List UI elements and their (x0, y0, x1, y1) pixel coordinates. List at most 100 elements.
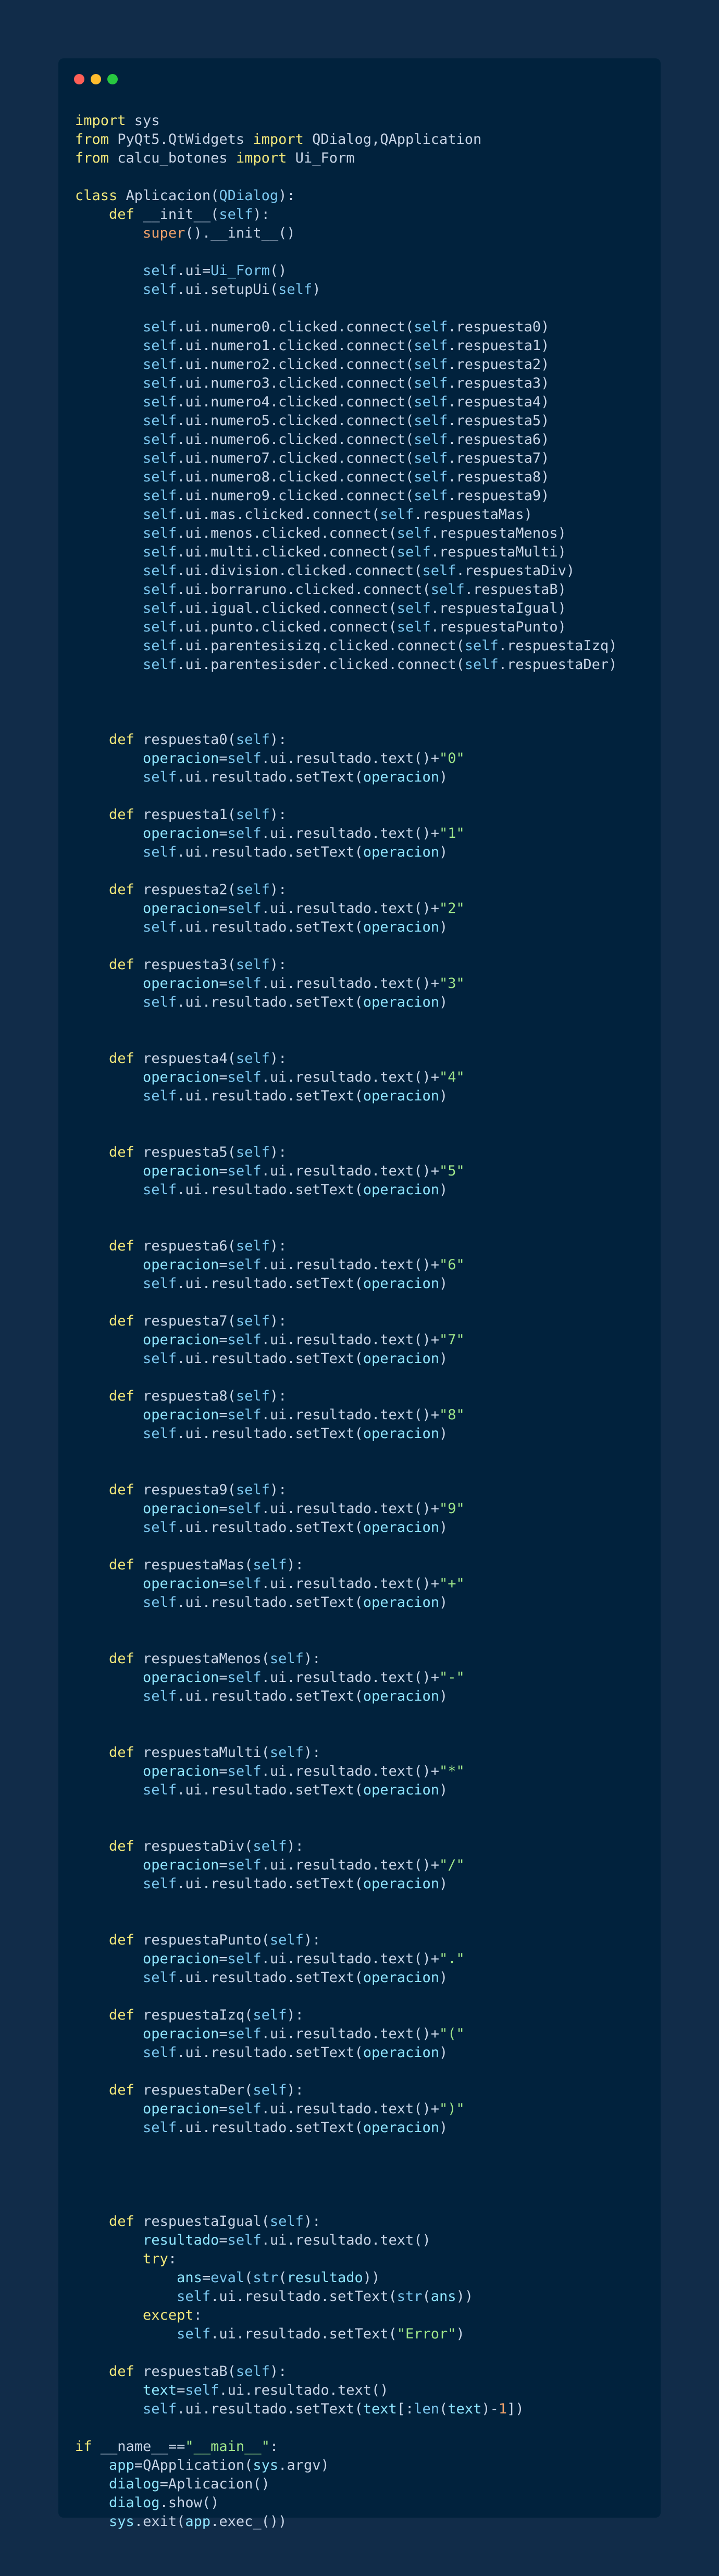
code-token: operacion (143, 750, 219, 766)
code-token: QDialog (219, 188, 279, 204)
code-token: .respuestaB) (464, 581, 566, 598)
code-token: ) (439, 1688, 448, 1704)
code-token: operacion (363, 994, 440, 1010)
code-token: operacion (143, 900, 219, 917)
code-token: self (269, 1932, 304, 1948)
code-token: ): (303, 1651, 321, 1667)
code-token: def (109, 2363, 134, 2380)
code-token: .respuesta2) (448, 356, 550, 373)
code-token: self (143, 1782, 177, 1798)
code-token: self (143, 525, 177, 541)
code-token: .ui.resultado.text()+ (261, 750, 440, 766)
code-token: .ui.resultado.text()+ (261, 2101, 440, 2117)
code-line: def respuesta1(self): (75, 806, 617, 824)
code-line: def respuesta3(self): (75, 956, 617, 974)
code-token: def (109, 1557, 134, 1573)
code-token: self (143, 769, 177, 785)
code-token: operacion (143, 1669, 219, 1686)
code-token: .ui.resultado.text()+ (261, 1763, 440, 1779)
code-token: operacion (363, 769, 440, 785)
code-token: operacion (143, 1857, 219, 1873)
code-token: ): (269, 732, 287, 748)
code-token: .ui.resultado.text()+ (261, 1257, 440, 1273)
code-token: ): (303, 1932, 321, 1948)
code-token: .respuesta3) (448, 375, 550, 391)
code-line: class Aplicacion(QDialog): (75, 187, 617, 205)
code-line: dialog.show() (75, 2494, 617, 2512)
code-line: self.ui.resultado.setText(operacion) (75, 1781, 617, 1800)
code-token: self (143, 1594, 177, 1611)
code-token: respuestaIgual( (134, 2213, 270, 2230)
code-line: self.ui.numero2.clicked.connect(self.res… (75, 355, 617, 374)
code-token: QDialog,QApplication (303, 131, 482, 147)
code-token: =Aplicacion() (159, 2476, 270, 2492)
code-token: def (109, 1388, 134, 1404)
code-token: = (219, 825, 228, 841)
code-token: self (380, 506, 414, 523)
code-token: .ui.numero6.clicked.connect( (177, 431, 414, 448)
code-token: self (235, 957, 270, 973)
code-line: self.ui.numero4.clicked.connect(self.res… (75, 393, 617, 412)
code-line: self.ui.resultado.setText(operacion) (75, 1349, 617, 1368)
code-token: operacion (363, 2045, 440, 2061)
code-token: respuesta7( (134, 1313, 236, 1329)
code-line: def respuestaMas(self): (75, 1556, 617, 1575)
code-token: "." (439, 1951, 465, 1967)
code-token: self (414, 488, 448, 504)
code-token: operacion (363, 919, 440, 935)
code-token: ) (439, 2120, 448, 2136)
code-token: .ui.numero4.clicked.connect( (177, 394, 414, 410)
code-token: self (464, 638, 499, 654)
code-token: operacion (143, 1163, 219, 1179)
code-line: self.ui.numero1.clicked.connect(self.res… (75, 337, 617, 355)
code-token: respuesta2( (134, 882, 236, 898)
code-token: operacion (143, 2101, 219, 2117)
close-dot-icon[interactable] (74, 74, 84, 84)
code-token: self (464, 657, 499, 673)
minimize-dot-icon[interactable] (91, 74, 101, 84)
maximize-dot-icon[interactable] (107, 74, 118, 84)
code-token: .ui.resultado.text()+ (261, 825, 440, 841)
code-token: self (414, 413, 448, 429)
code-token: "+" (439, 1576, 465, 1592)
code-line: self.ui=Ui_Form() (75, 262, 617, 280)
code-token: self (253, 1557, 287, 1573)
code-token: respuestaMenos( (134, 1651, 270, 1667)
code-token: .ui.resultado.setText( (177, 1970, 363, 1986)
code-token: self (235, 2363, 270, 2380)
code-token: self (143, 844, 177, 860)
code-token: .ui.resultado.text() (261, 2232, 431, 2248)
code-token: "1" (439, 825, 465, 841)
code-token: = (219, 1407, 228, 1423)
code-line: self.ui.resultado.setText(operacion) (75, 918, 617, 937)
code-token: self (253, 2082, 287, 2098)
code-token: operacion (363, 1782, 440, 1798)
code-token: .respuesta7) (448, 450, 550, 466)
